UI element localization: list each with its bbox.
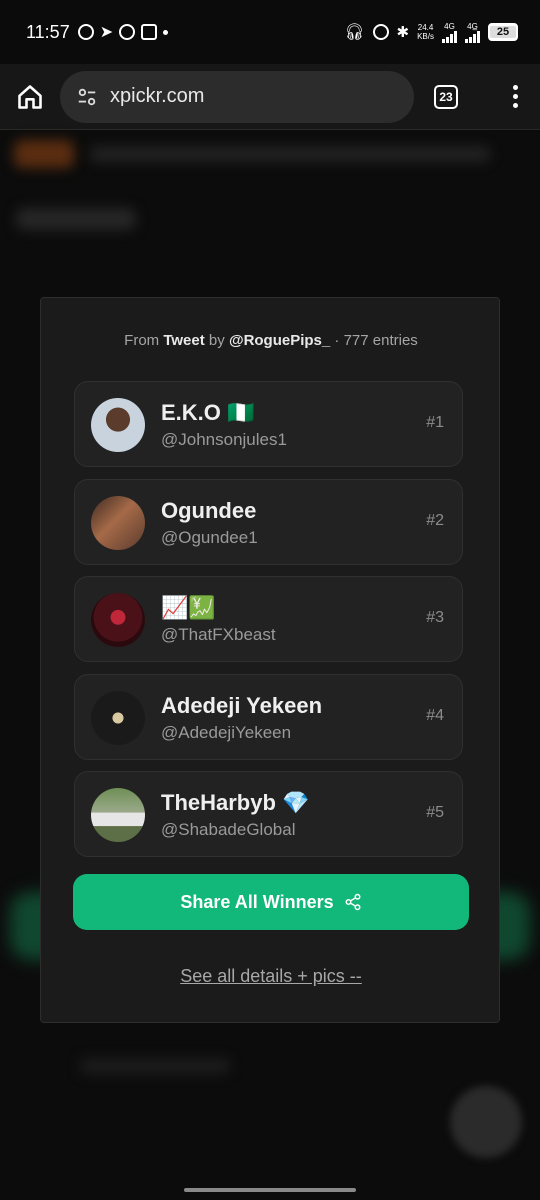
blurred-logo bbox=[14, 140, 74, 168]
winner-handle: @AdedejiYekeen bbox=[161, 723, 292, 742]
home-button[interactable] bbox=[14, 81, 46, 113]
winner-rank: #1 bbox=[426, 414, 444, 431]
avatar bbox=[91, 398, 145, 452]
modal-subtitle: From Tweet by @RoguePips_ · 777 entries bbox=[124, 332, 418, 349]
winner-name: Ogundee bbox=[161, 498, 257, 523]
tab-switcher-button[interactable]: 23 bbox=[434, 84, 458, 109]
blurred-fab bbox=[450, 1086, 522, 1158]
author-handle: @RoguePips_ bbox=[228, 332, 331, 349]
winner-handle: @ThatFXbeast bbox=[161, 625, 276, 644]
whatsapp-icon bbox=[77, 24, 94, 40]
winner-card[interactable]: 📈💹 @ThatFXbeast #3 bbox=[74, 576, 463, 662]
winner-card[interactable]: Ogundee @Ogundee1 #2 bbox=[74, 479, 463, 565]
blurred-banner bbox=[90, 146, 490, 162]
gesture-bar[interactable] bbox=[184, 1188, 356, 1192]
share-button-label: Share All Winners bbox=[180, 891, 334, 912]
alarm-icon bbox=[372, 24, 389, 40]
headphones-icon: 🎧︎ bbox=[344, 24, 365, 41]
share-icon bbox=[345, 893, 361, 911]
winners-modal: From Tweet by @RoguePips_ · 777 entries … bbox=[40, 297, 500, 1023]
address-bar[interactable]: xpickr.com bbox=[60, 70, 414, 123]
winner-handle: @Ogundee1 bbox=[161, 528, 258, 547]
avatar bbox=[91, 788, 145, 842]
winner-card[interactable]: TheHarbyb 💎 @ShabadeGlobal #5 bbox=[74, 771, 463, 857]
avatar bbox=[91, 496, 145, 550]
messenger-icon bbox=[119, 24, 136, 40]
winner-handle: @ShabadeGlobal bbox=[161, 820, 296, 839]
signal-4g-2: 4G̲ bbox=[465, 22, 480, 43]
bluetooth-icon: ✱ bbox=[396, 24, 410, 41]
winner-rank: #2 bbox=[426, 512, 444, 529]
winner-name: TheHarbyb 💎 bbox=[161, 790, 310, 815]
source-label: Tweet bbox=[163, 332, 205, 349]
winner-rank: #3 bbox=[426, 609, 444, 626]
avatar bbox=[91, 691, 145, 745]
winner-rank: #5 bbox=[426, 804, 444, 821]
winner-name: E.K.O 🇳🇬 bbox=[161, 400, 255, 425]
share-all-winners-button[interactable]: Share All Winners bbox=[73, 874, 469, 930]
winner-rank: #4 bbox=[426, 707, 444, 724]
telegram-icon: ➤ bbox=[99, 24, 114, 41]
more-notifications-icon bbox=[163, 29, 169, 35]
signal-4g-1: 4G bbox=[442, 22, 457, 43]
avatar bbox=[91, 593, 145, 647]
winner-handle: @Johnsonjules1 bbox=[161, 430, 287, 449]
url-text[interactable]: xpickr.com bbox=[110, 85, 204, 108]
winner-card[interactable]: Adedeji Yekeen @AdedejiYekeen #4 bbox=[74, 674, 463, 760]
battery-icon: 25 bbox=[488, 23, 518, 41]
winner-name: 📈💹 bbox=[161, 595, 216, 620]
winner-card[interactable]: E.K.O 🇳🇬 @Johnsonjules1 #1 bbox=[74, 381, 463, 467]
home-icon bbox=[18, 84, 42, 109]
entries-count: · 777 entries bbox=[334, 332, 418, 349]
network-speed: 24.4 KB/s bbox=[417, 23, 434, 41]
blurred-nav bbox=[16, 208, 136, 230]
browser-toolbar: xpickr.com 23 bbox=[0, 64, 540, 130]
discord-icon bbox=[141, 24, 158, 40]
site-settings-icon[interactable] bbox=[76, 86, 98, 108]
winner-name: Adedeji Yekeen bbox=[161, 693, 323, 718]
see-all-details-link[interactable]: See all details + pics -- bbox=[41, 966, 501, 987]
blurred-text bbox=[80, 1058, 230, 1074]
status-bar: 11:57 ➤ 🎧︎ ✱ 24.4 KB/s 4G 4G̲ 25 bbox=[0, 0, 540, 64]
overflow-menu-icon[interactable] bbox=[513, 85, 518, 108]
status-time: 11:57 bbox=[26, 21, 70, 42]
